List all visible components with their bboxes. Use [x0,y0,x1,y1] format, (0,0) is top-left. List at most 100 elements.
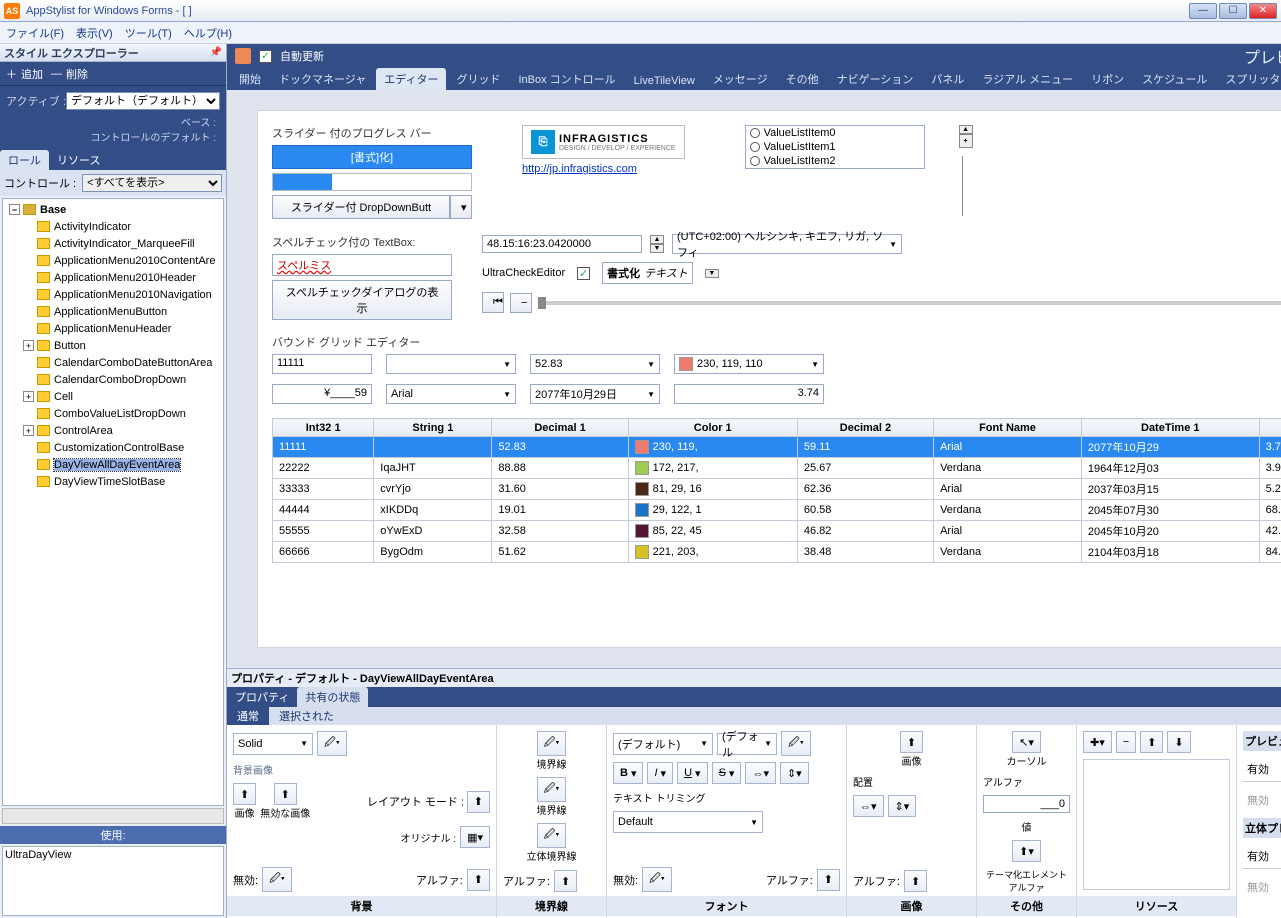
strike-button[interactable]: S▾ [712,762,742,784]
tree-h-scrollbar[interactable] [2,808,224,824]
timespan-editor[interactable]: 48.15:16:23.0420000 [482,235,642,253]
role-tree[interactable]: −Base ActivityIndicatorActivityIndicator… [2,198,224,806]
tab-resource[interactable]: リソース [49,150,108,170]
maximize-button[interactable]: ☐ [1219,3,1247,19]
subtab-selected[interactable]: 選択された [269,707,344,725]
bound-currency[interactable]: ¥____59 [272,384,372,404]
tree-item[interactable]: ActivityIndicator [5,218,221,235]
value-list[interactable]: ValueListItem0 ValueListItem1 ValueListI… [745,125,925,169]
invalid-img-button[interactable]: ⬆ [274,783,297,805]
menu-tools[interactable]: ツール(T) [125,25,172,41]
close-button[interactable]: ✕ [1249,3,1277,19]
control-filter-select[interactable]: <すべてを表示> [82,174,222,192]
table-row[interactable]: 66666BygOdm51.62221, 203,38.48Verdana210… [273,542,1281,563]
vertical-trackbar[interactable] [962,156,970,216]
add-button[interactable]: ＋ 追加 [6,66,43,82]
tree-item[interactable]: +Cell [5,388,221,405]
tab-role[interactable]: ロール [0,150,49,170]
underline-button[interactable]: U▾ [677,762,707,784]
canvas-tab[interactable]: パネル [923,68,972,90]
bound-decimal[interactable]: 52.83▼ [530,354,660,374]
bound-date[interactable]: 2077年10月29日▼ [530,384,660,404]
style-explorer-panel: スタイル エクスプローラー 📌 ＋ 追加 — 削除 アクティブ : デフォルト（… [0,44,227,918]
dropdown-arrow-button[interactable]: ▾ [450,195,472,219]
table-row[interactable]: 55555oYwExD32.5885, 22, 4546.82Arial2045… [273,521,1281,542]
bound-int[interactable]: 11111 [272,354,372,374]
tree-item[interactable]: +ControlArea [5,422,221,439]
bound-double[interactable]: 3.74 [674,384,824,404]
menu-file[interactable]: ファイル(F) [6,25,64,41]
spell-textbox[interactable]: スペルミス [272,254,452,276]
tree-item[interactable]: DayViewTimeSlotBase [5,473,221,490]
bound-string[interactable]: ▼ [386,354,516,374]
spell-dialog-button[interactable]: スペルチェックダイアログの表示 [272,280,452,320]
tree-item[interactable]: ComboValueListDropDown [5,405,221,422]
minimize-button[interactable]: — [1189,3,1217,19]
formatted-text-editor[interactable]: 書式化テキスト [602,262,693,284]
tree-item[interactable]: ApplicationMenu2010ContentAre [5,252,221,269]
tree-base[interactable]: −Base [5,201,221,218]
canvas-tab[interactable]: スケジュール [1134,68,1215,90]
canvas-tab[interactable]: ドックマネージャ [271,68,374,90]
canvas-tab[interactable]: グリッド [448,68,508,90]
control-label: コントロール : [4,175,76,191]
canvas-tab[interactable]: 開始 [231,68,269,90]
canvas-tab[interactable]: リボン [1083,68,1132,90]
bold-button[interactable]: B▾ [613,762,643,784]
bound-color[interactable]: 230, 119, 110▼ [674,354,824,374]
active-styleset-area: アクティブ : デフォルト（デフォルト） ベース : コントロールのデフォルト … [0,86,226,150]
canvas-tab[interactable]: LiveTileView [626,72,703,90]
infragistics-link[interactable]: http://jp.infragistics.com [522,163,685,175]
h-trackbar[interactable] [538,301,1281,305]
tab-shared-state[interactable]: 共有の状態 [297,687,368,707]
italic-button[interactable]: I▾ [647,762,673,784]
canvas-tab[interactable]: その他 [778,68,827,90]
resource-list[interactable] [1083,759,1230,890]
menu-view[interactable]: 表示(V) [76,25,113,41]
canvas-tab[interactable]: InBox コントロール [510,68,623,90]
reload-icon[interactable] [235,48,251,64]
remove-button[interactable]: — 削除 [51,66,88,82]
usedby-value: UltraDayView [5,849,71,861]
canvas-tab[interactable]: エディター [376,68,446,90]
tree-item[interactable]: DayViewAllDayEventArea [5,456,221,473]
minus-button[interactable]: − [510,293,532,313]
canvas-tab[interactable]: スプリッター [1217,68,1281,90]
control-filter-row: コントロール : <すべてを表示> [0,170,226,196]
tree-item[interactable]: CustomizationControlBase [5,439,221,456]
check-editor[interactable]: ✓ [577,267,590,280]
pin-icon[interactable]: 📌 [210,47,222,58]
table-row[interactable]: 22222IqaJHT88.88172, 217,25.67Verdana196… [273,458,1281,479]
tree-item[interactable]: ApplicationMenu2010Navigation [5,286,221,303]
table-row[interactable]: 1111152.83230, 119,59.11Arial2077年10月293… [273,437,1281,458]
format-button[interactable]: [書式]化] [272,145,472,169]
canvas-tab[interactable]: メッセージ [705,68,776,90]
slider-dropdown-button[interactable]: スライダー付 DropDownButt [272,195,450,219]
subtab-normal[interactable]: 通常 [227,707,269,725]
tab-property[interactable]: プロパティ [227,687,297,707]
tree-item[interactable]: CalendarComboDateButtonArea [5,354,221,371]
spin-up[interactable]: ▲ [959,125,973,134]
canvas-tab[interactable]: ナビゲーション [829,68,922,90]
data-grid[interactable]: Int32 1String 1Decimal 1Color 1Decimal 2… [272,418,1281,563]
table-row[interactable]: 44444xIKDDq19.0129, 122, 160.58Verdana20… [273,500,1281,521]
timezone-select[interactable]: (UTC+02:00) ヘルシンキ, キエフ, リガ, ソフィ▼ [672,234,902,254]
tree-item[interactable]: ApplicationMenu2010Header [5,269,221,286]
cursor-button[interactable]: ↖▾ [1012,731,1041,753]
first-button[interactable]: ⏮ [482,292,504,313]
canvas-tab[interactable]: ラジアル メニュー [974,68,1081,90]
bound-font[interactable]: Arial▼ [386,384,516,404]
active-select[interactable]: デフォルト（デフォルト） [66,92,220,110]
spin-plus[interactable]: + [959,134,973,148]
preview-surface: スライダー 付のプログレス バー [書式]化] スライダー付 DropDownB… [257,110,1281,648]
img-button[interactable]: ⬆ [233,783,256,805]
tree-item[interactable]: CalendarComboDropDown [5,371,221,388]
tree-item[interactable]: +Button [5,337,221,354]
tree-item[interactable]: ApplicationMenuButton [5,303,221,320]
table-row[interactable]: 33333cvrYjo31.6081, 29, 1662.36Arial2037… [273,479,1281,500]
bg-color-picker[interactable]: 🖉▾ [317,731,347,756]
auto-update-checkbox[interactable]: ✓ [259,50,272,63]
menu-help[interactable]: ヘルプ(H) [184,25,232,41]
tree-item[interactable]: ApplicationMenuHeader [5,320,221,337]
tree-item[interactable]: ActivityIndicator_MarqueeFill [5,235,221,252]
